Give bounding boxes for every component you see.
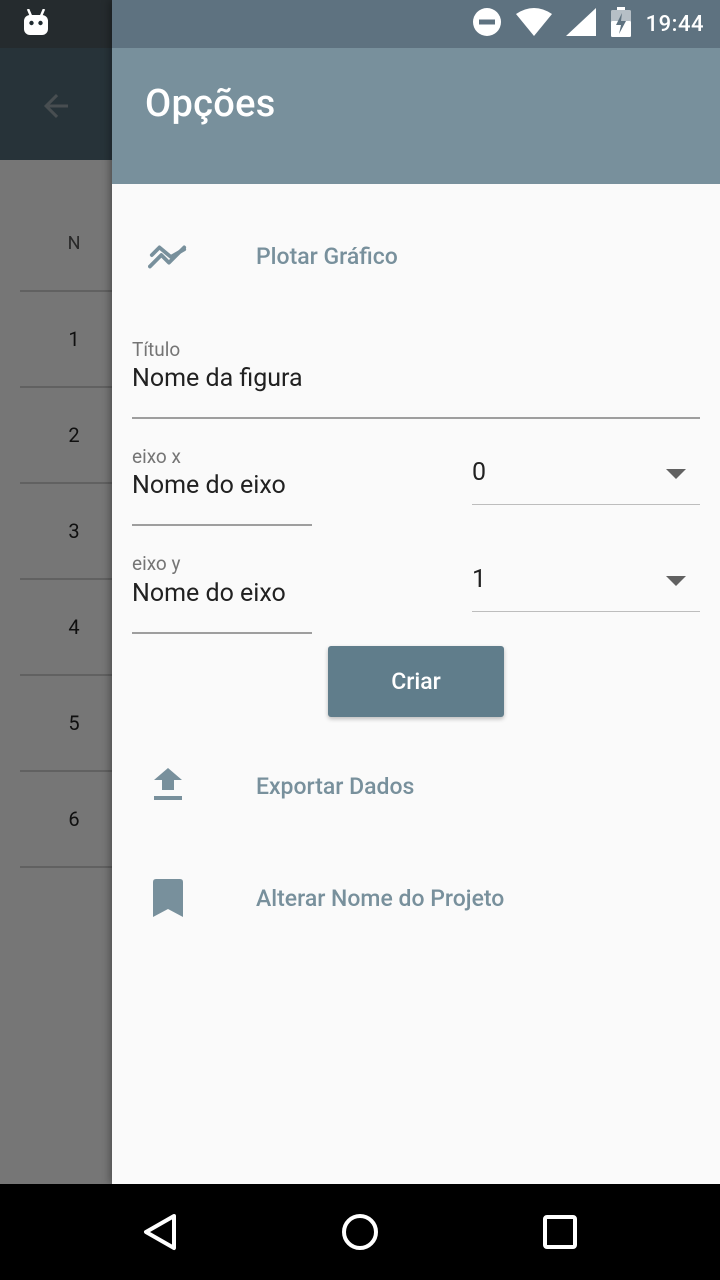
screen: N 1 2 3 4 5 6 Opções Plotar Gráfico: [0, 0, 720, 1280]
home-icon[interactable]: [328, 1200, 392, 1264]
create-button[interactable]: Criar: [328, 646, 504, 717]
menu-item-rename-project[interactable]: Alterar Nome do Projeto: [112, 862, 720, 934]
y-axis-field-label: eixo y: [132, 552, 181, 575]
dropdown-arrow-icon: [666, 576, 686, 586]
x-axis-field-label: eixo x: [132, 445, 181, 468]
navigation-bar: [0, 1184, 720, 1280]
menu-item-label: Alterar Nome do Projeto: [256, 884, 505, 912]
recents-icon[interactable]: [528, 1200, 592, 1264]
y-axis-selected-value: 1: [472, 565, 487, 594]
status-bar: 19:44: [0, 0, 720, 48]
wifi-icon: [515, 8, 552, 40]
status-time: 19:44: [645, 11, 704, 37]
bookmark-icon: [148, 878, 188, 918]
cell-signal-icon: [565, 8, 596, 40]
battery-charging-icon: [610, 7, 632, 41]
x-axis-column-select[interactable]: 0: [472, 450, 700, 506]
do-not-disturb-icon: [472, 7, 502, 41]
drawer-header: Opções: [112, 48, 720, 184]
status-bar-right: 19:44: [472, 0, 704, 48]
x-axis-select-underline: [472, 504, 700, 505]
android-icon: [22, 8, 50, 39]
y-axis-field-underline: [132, 632, 312, 634]
y-axis-column-select[interactable]: 1: [472, 557, 700, 613]
menu-item-label: Exportar Dados: [256, 772, 415, 800]
x-axis-field-underline: [132, 524, 312, 526]
menu-item-export-data[interactable]: Exportar Dados: [112, 750, 720, 822]
dropdown-arrow-icon: [666, 469, 686, 479]
title-field-label: Título: [132, 338, 181, 361]
upload-icon: [148, 766, 188, 806]
title-field-underline: [132, 417, 700, 419]
trending-chart-icon: [148, 236, 188, 276]
x-axis-selected-value: 0: [472, 458, 487, 487]
y-axis-select-underline: [472, 611, 700, 612]
title-field[interactable]: Nome da figura: [132, 364, 692, 393]
menu-item-label: Plotar Gráfico: [256, 242, 398, 270]
x-axis-name-field[interactable]: Nome do eixo: [132, 471, 312, 500]
options-drawer: Opções Plotar Gráfico Título Nome da fig…: [112, 0, 720, 1184]
back-icon[interactable]: [128, 1200, 192, 1264]
menu-item-plot-chart[interactable]: Plotar Gráfico: [112, 220, 720, 292]
status-bar-left: [0, 0, 112, 48]
drawer-title: Opções: [145, 82, 276, 126]
y-axis-name-field[interactable]: Nome do eixo: [132, 579, 312, 608]
